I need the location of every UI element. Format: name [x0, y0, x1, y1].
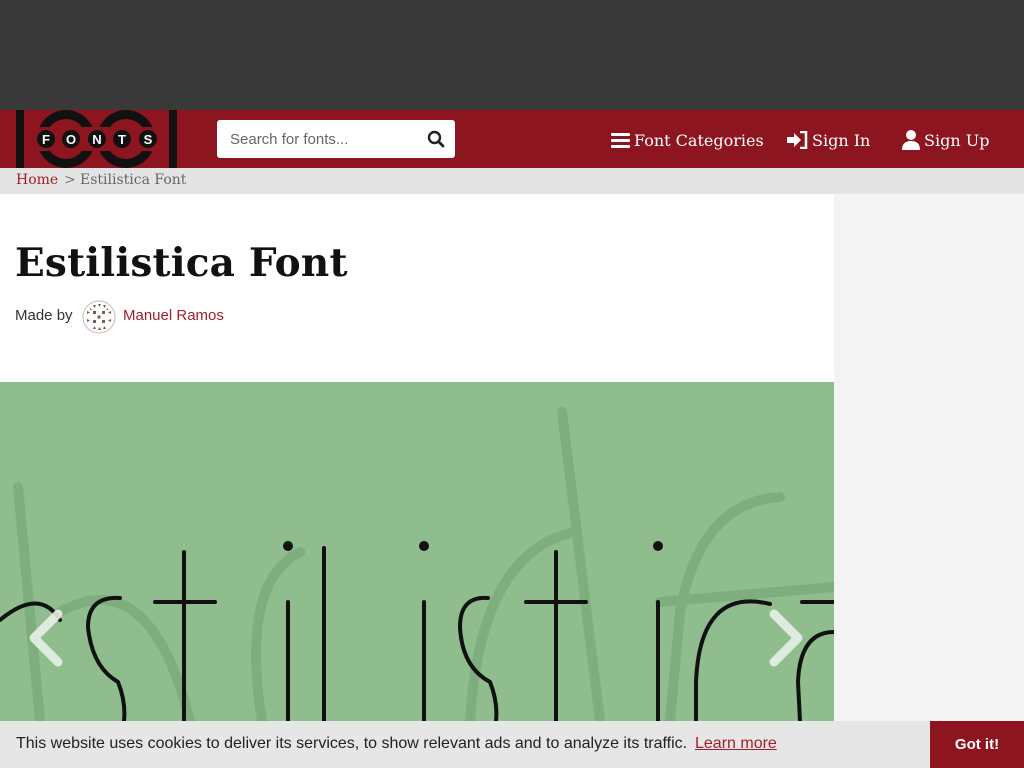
svg-text:T: T	[118, 132, 126, 147]
breadcrumb: Home > Estilistica Font	[0, 168, 1024, 194]
font-preview-slider	[0, 382, 834, 721]
cookie-accept-button[interactable]: Got it!	[930, 721, 1024, 768]
menu-bars-icon	[611, 133, 630, 148]
svg-text:N: N	[92, 132, 101, 147]
nav-font-categories[interactable]: Font Categories	[611, 129, 764, 151]
author-link[interactable]: Manuel Ramos	[123, 307, 224, 324]
search-icon	[427, 130, 445, 148]
sign-in-icon	[787, 131, 808, 149]
site-header: F O N T S Font Categories Sign In	[0, 110, 1024, 168]
search-box	[217, 120, 455, 158]
ad-banner-top	[0, 0, 1024, 110]
author-avatar-icon	[82, 300, 116, 334]
preview-prev-button[interactable]	[22, 608, 68, 668]
user-icon	[902, 130, 920, 150]
cookie-message: This website uses cookies to deliver its…	[16, 735, 688, 752]
search-button[interactable]	[427, 130, 445, 148]
site-logo[interactable]: F O N T S	[14, 110, 180, 168]
nav-sign-in[interactable]: Sign In	[787, 129, 870, 151]
breadcrumb-current: Estilistica Font	[80, 172, 187, 188]
svg-text:S: S	[144, 132, 153, 147]
svg-text:O: O	[66, 132, 76, 147]
author-avatar[interactable]	[82, 300, 116, 334]
breadcrumb-separator: >	[64, 172, 76, 188]
logo-1001-fonts-icon: F O N T S	[16, 110, 177, 168]
breadcrumb-home[interactable]: Home	[16, 172, 58, 188]
chevron-right-icon	[769, 609, 803, 667]
chevron-left-icon	[29, 609, 63, 667]
font-preview-image	[0, 407, 834, 721]
made-by-label: Made by	[15, 307, 73, 324]
nav-sign-up[interactable]: Sign Up	[902, 129, 989, 151]
preview-next-button[interactable]	[764, 608, 810, 668]
nav-sign-up-label: Sign Up	[924, 130, 990, 150]
cookie-banner: This website uses cookies to deliver its…	[0, 721, 1024, 768]
svg-text:F: F	[42, 132, 50, 147]
nav-font-categories-label: Font Categories	[634, 130, 764, 150]
cookie-learn-more-link[interactable]: Learn more	[695, 735, 777, 753]
search-input[interactable]	[217, 120, 417, 158]
nav-sign-in-label: Sign In	[812, 130, 871, 150]
sidebar-ad-area	[834, 194, 1024, 768]
page-title: Estilistica Font	[15, 240, 348, 286]
